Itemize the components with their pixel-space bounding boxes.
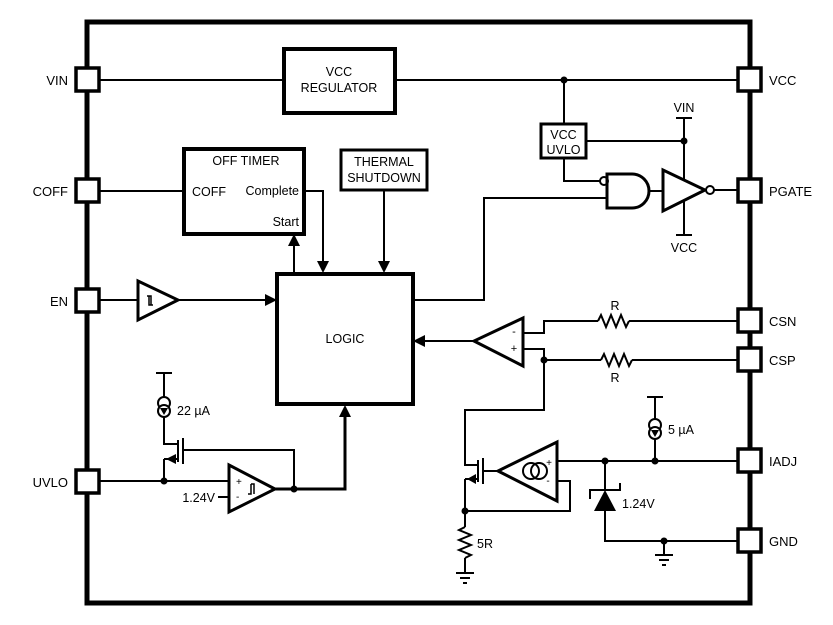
pin-pgate: PGATE (736, 177, 812, 204)
vcc-uvlo-line2: UVLO (546, 143, 580, 157)
wire-complete-logic (304, 190, 324, 262)
wire-comp-csn (523, 320, 598, 334)
transistor-arrow-icon (166, 454, 176, 464)
comp-plus-label: + (511, 343, 517, 355)
vcc-uvlo-block: VCC UVLO (539, 122, 588, 160)
vcc-regulator-line2: REGULATOR (301, 81, 378, 95)
thermal-shutdown-block: THERMAL SHUTDOWN (339, 148, 429, 192)
arrow-down-icon (378, 261, 390, 273)
pin-csn: CSN (736, 307, 796, 334)
pin-uvlo: UVLO (33, 468, 101, 495)
off-timer-start: Start (273, 215, 300, 229)
pin-csp-label: CSP (769, 353, 796, 368)
driver-vcc-label: VCC (671, 241, 697, 255)
amp-plus-label: + (546, 458, 552, 469)
pin-en-label: EN (50, 294, 68, 309)
hysteresis-icon (248, 483, 255, 495)
off-timer-complete: Complete (246, 184, 300, 198)
arrow-down-icon (317, 261, 329, 273)
gate-driver-inverter (661, 167, 715, 214)
off-timer-title: OFF TIMER (212, 154, 279, 168)
pin-vin-label: VIN (46, 73, 68, 88)
pin-csp: CSP (736, 346, 796, 373)
hysteresis-transistor (164, 438, 184, 464)
en-schmitt-buffer (136, 278, 182, 323)
wire-amp-feedback (465, 480, 571, 512)
resistor-csp (600, 351, 633, 369)
pin-vcc: VCC (736, 66, 796, 93)
wire-comparator-logic (275, 416, 347, 491)
vcc-regulator-block: VCC REGULATOR (282, 47, 397, 115)
uvlo-comp-plus: + (236, 477, 242, 488)
pin-iadj: IADJ (736, 447, 797, 474)
and-gate (599, 172, 651, 210)
current-source-5ua (648, 418, 662, 440)
vcc-regulator-line1: VCC (326, 65, 352, 79)
hysteresis-icon (147, 295, 153, 306)
pin-vcc-label: VCC (769, 73, 796, 88)
ground-icon (456, 572, 474, 584)
transistor-arrow-icon (467, 474, 476, 484)
thermal-line2: SHUTDOWN (347, 171, 421, 185)
logic-label: LOGIC (326, 332, 365, 346)
current-5ua-label: 5 µA (668, 423, 695, 437)
pin-csn-label: CSN (769, 314, 796, 329)
zener-label: 1.24V (622, 497, 655, 511)
resistor-csn (597, 312, 630, 330)
pin-coff-label: COFF (33, 184, 68, 199)
block-diagram: VIN COFF EN UVLO VCC PGATE CSN CSP IADJ … (33, 19, 812, 606)
wire-csp-transistor (464, 360, 545, 466)
logic-block: LOGIC (275, 272, 415, 406)
vcc-uvlo-line1: VCC (550, 128, 576, 142)
off-timer-coff: COFF (192, 185, 226, 199)
arrow-up-icon (339, 405, 351, 417)
resistor-csp-label: R (610, 371, 619, 385)
pin-coff: COFF (33, 177, 101, 204)
ground-icon (655, 541, 673, 566)
pin-vin: VIN (46, 66, 101, 93)
resistor-5r-label: 5R (477, 537, 493, 551)
current-22ua-label: 22 µA (177, 404, 211, 418)
off-timer-block: OFF TIMER COFF Complete Start (182, 147, 306, 236)
driver-vin-label: VIN (674, 101, 695, 115)
pin-en: EN (50, 287, 101, 314)
inverter-bubble-icon (705, 185, 715, 195)
amp-minus-label: - (546, 476, 549, 487)
wire-logic-gate (413, 197, 607, 301)
uvlo-comp-minus: - (236, 492, 239, 503)
wire-22ua-transistor (163, 417, 178, 445)
wire-uvlo-nand (563, 158, 600, 182)
pin-gnd-label: GND (769, 534, 798, 549)
pin-iadj-label: IADJ (769, 454, 797, 469)
uvlo-ref-label: 1.24V (182, 491, 215, 505)
thermal-line1: THERMAL (354, 155, 414, 169)
junction-comp-out (290, 485, 298, 493)
resistor-5r (456, 526, 474, 559)
uvlo-comparator: + - (227, 462, 279, 515)
pin-pgate-label: PGATE (769, 184, 812, 199)
sense-transistor (465, 458, 497, 484)
pin-uvlo-label: UVLO (33, 475, 68, 490)
current-source-22ua (157, 396, 171, 418)
comp-minus-label: - (512, 326, 516, 338)
pin-gnd: GND (736, 527, 798, 554)
wire-zener-gnd (604, 511, 738, 542)
resistor-csn-label: R (610, 299, 619, 313)
chip-outline (84, 19, 753, 606)
wire-comp-csp (523, 348, 545, 360)
iadj-amplifier: + - (494, 439, 559, 504)
